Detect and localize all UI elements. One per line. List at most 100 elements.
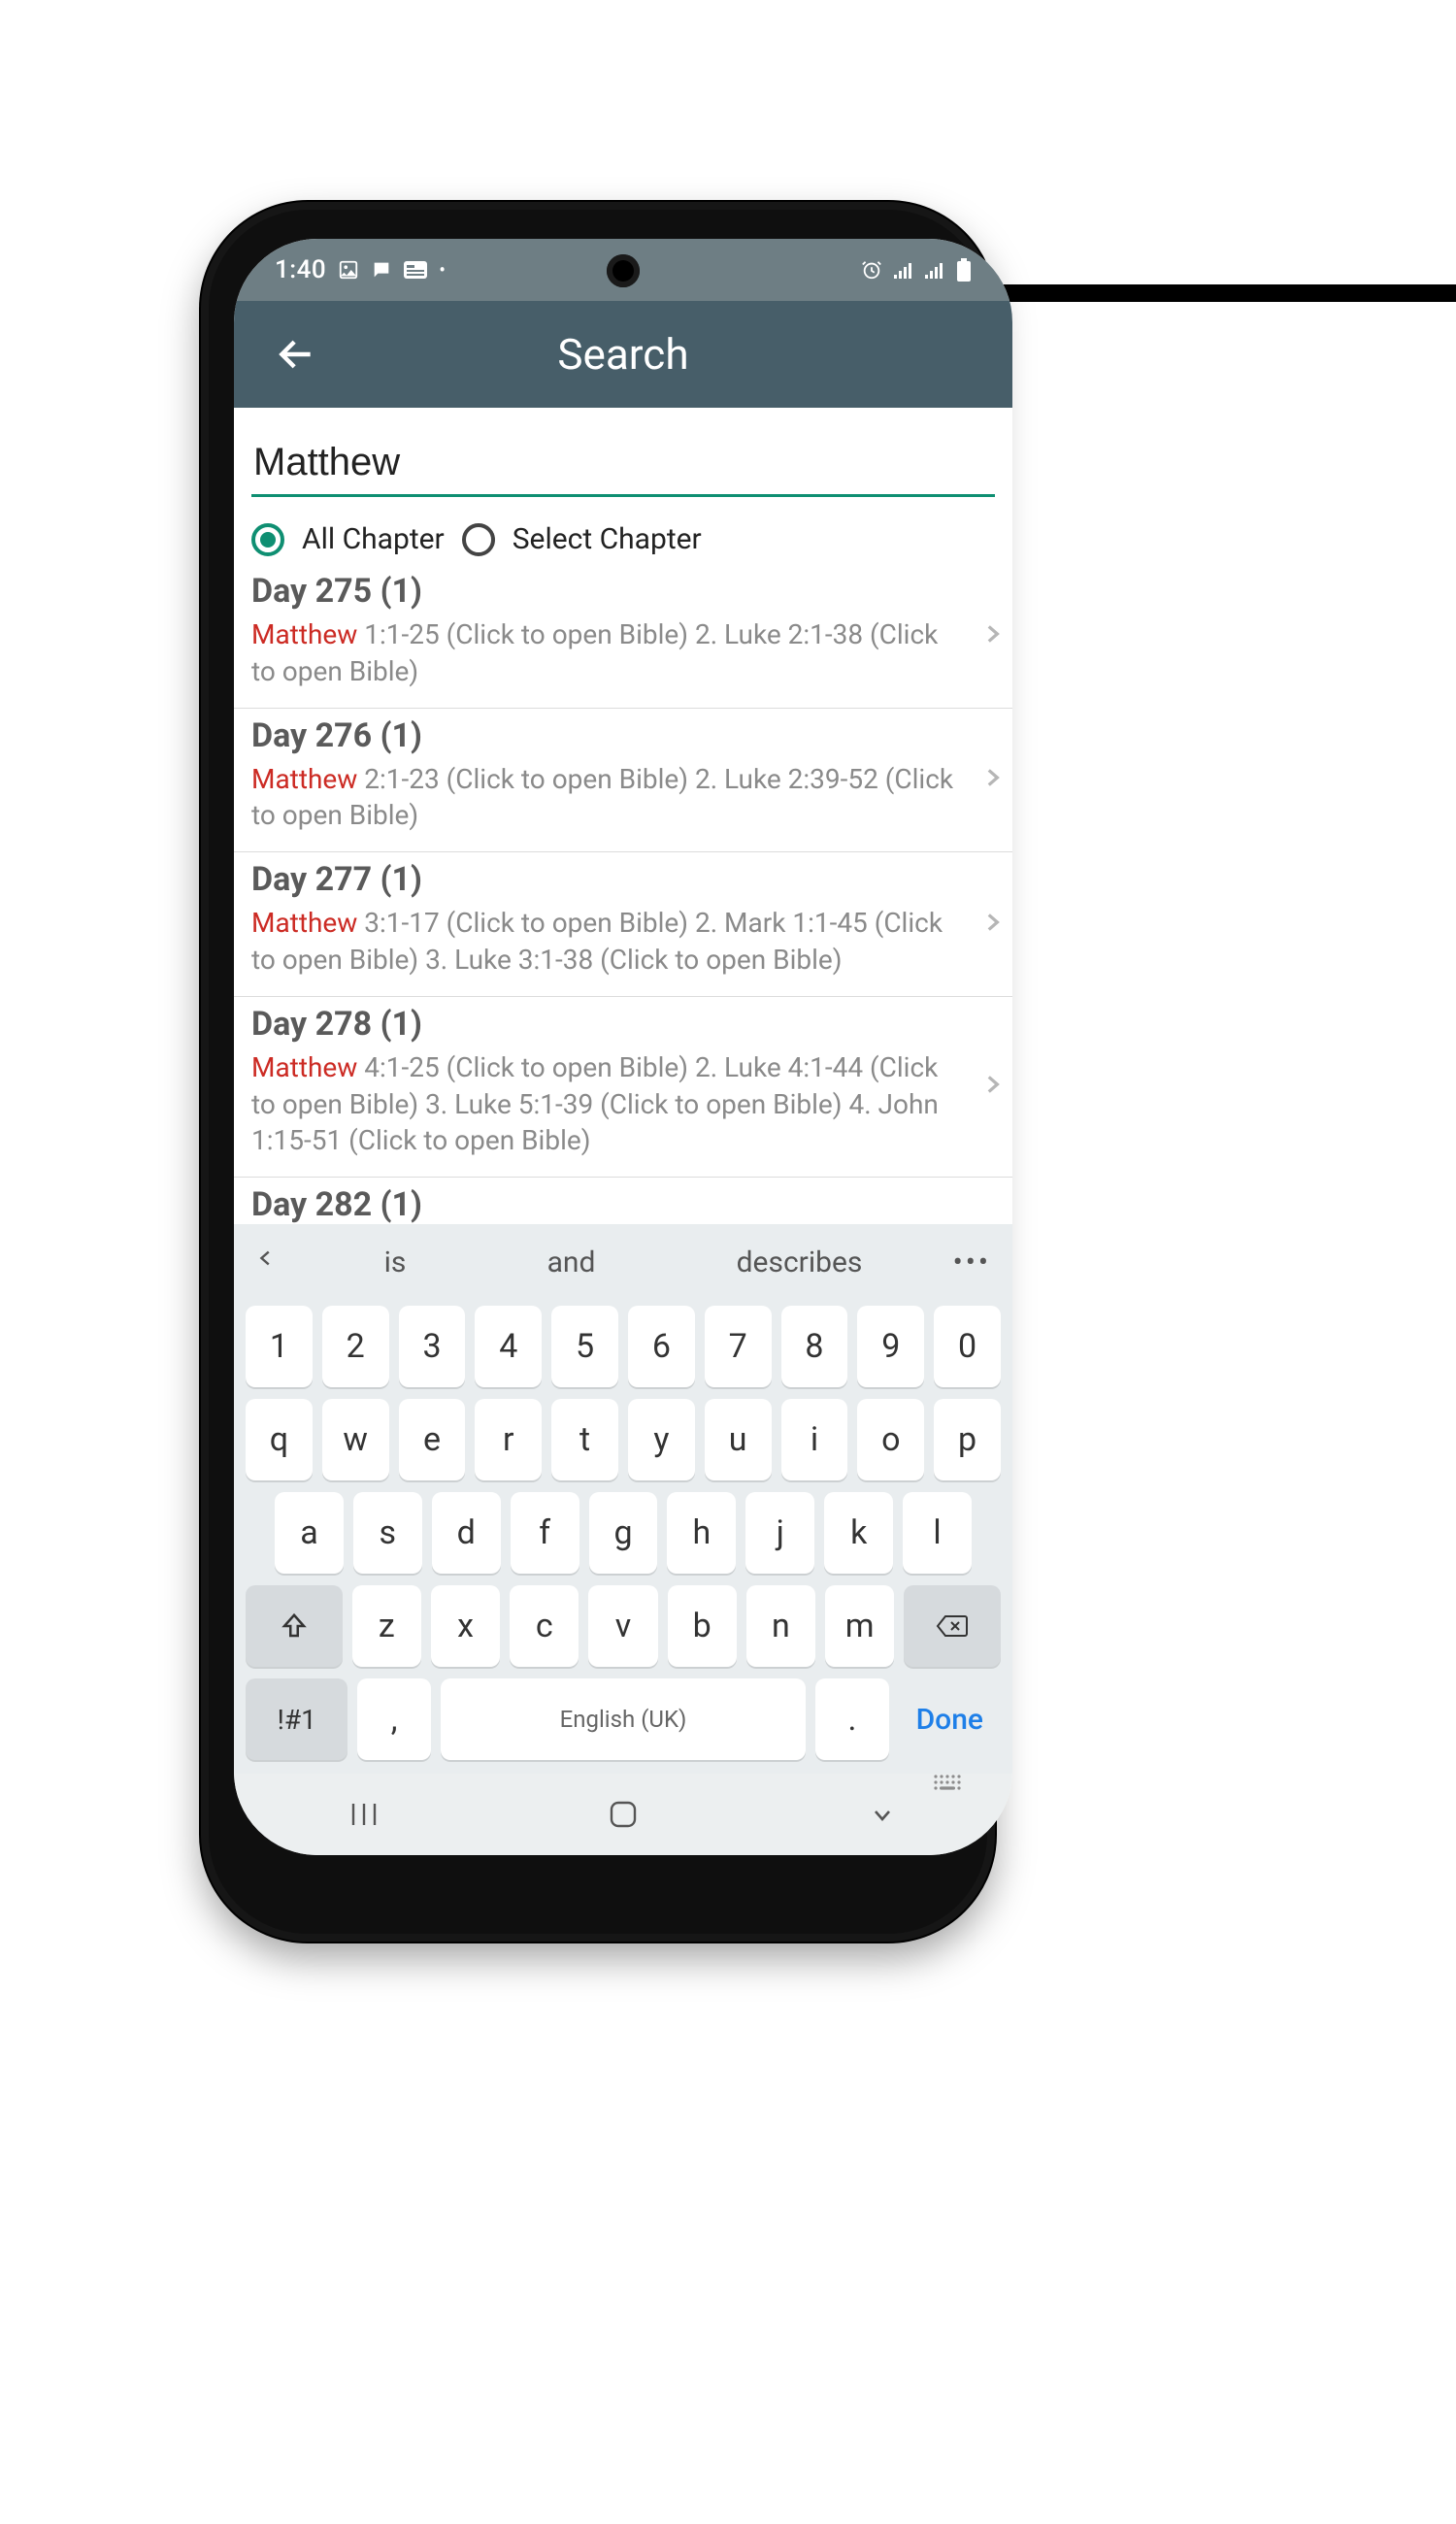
- key-l[interactable]: l: [903, 1492, 972, 1574]
- status-right: [861, 258, 972, 282]
- key-p[interactable]: p: [934, 1399, 1001, 1480]
- key-o[interactable]: o: [857, 1399, 924, 1480]
- list-item[interactable]: Day 275 (1) Matthew 1:1-25 (Click to ope…: [234, 564, 1012, 709]
- key-d[interactable]: d: [432, 1492, 501, 1574]
- nav-recent[interactable]: [306, 1802, 422, 1827]
- keyboard-row-numbers: 1 2 3 4 5 6 7 8 9 0: [234, 1300, 1012, 1393]
- keyboard-toggle-icon[interactable]: [933, 1774, 962, 1799]
- key-6[interactable]: 6: [628, 1306, 695, 1387]
- key-0[interactable]: 0: [934, 1306, 1001, 1387]
- key-f[interactable]: f: [511, 1492, 579, 1574]
- page-title: Search: [557, 329, 688, 380]
- key-m[interactable]: m: [825, 1585, 894, 1667]
- shift-icon: [280, 1611, 309, 1641]
- list-item[interactable]: Day 276 (1) Matthew 2:1-23 (Click to ope…: [234, 709, 1012, 853]
- phone-frame: 1:40 •: [201, 202, 995, 1942]
- chevron-right-icon: [979, 617, 1005, 654]
- search-wrap: [234, 408, 1012, 505]
- done-key[interactable]: Done: [899, 1678, 1001, 1760]
- canvas: 1:40 •: [0, 0, 1456, 2524]
- radio-all-label: All Chapter: [302, 522, 445, 556]
- key-7[interactable]: 7: [705, 1306, 772, 1387]
- suggestion[interactable]: describes: [737, 1245, 863, 1279]
- suggestion[interactable]: and: [547, 1245, 596, 1279]
- result-body: Matthew 3:1-17 (Click to open Bible) 2. …: [251, 905, 995, 979]
- key-8[interactable]: 8: [781, 1306, 848, 1387]
- key-1[interactable]: 1: [246, 1306, 313, 1387]
- more-icon[interactable]: •••: [953, 1245, 991, 1279]
- key-v[interactable]: v: [588, 1585, 657, 1667]
- suggestion[interactable]: is: [384, 1245, 407, 1279]
- key-2[interactable]: 2: [322, 1306, 389, 1387]
- arrow-left-icon: [275, 333, 317, 376]
- system-nav-bar: [234, 1774, 1012, 1855]
- space-key[interactable]: English (UK): [441, 1678, 807, 1760]
- key-q[interactable]: q: [246, 1399, 313, 1480]
- chevron-down-icon: [868, 1803, 897, 1826]
- period-key[interactable]: .: [815, 1678, 888, 1760]
- key-z[interactable]: z: [352, 1585, 421, 1667]
- status-bar: 1:40 •: [234, 239, 1012, 301]
- chevron-right-icon: [979, 761, 1005, 798]
- key-5[interactable]: 5: [551, 1306, 618, 1387]
- result-body: Matthew 2:1-23 (Click to open Bible) 2. …: [251, 761, 995, 835]
- list-item[interactable]: Day 277 (1) Matthew 3:1-17 (Click to ope…: [234, 852, 1012, 997]
- result-title: Day 276 (1): [251, 716, 995, 755]
- key-x[interactable]: x: [431, 1585, 500, 1667]
- key-k[interactable]: k: [824, 1492, 893, 1574]
- list-item[interactable]: Day 282 (1): [234, 1178, 1012, 1224]
- status-time: 1:40: [275, 255, 326, 284]
- shift-key[interactable]: [246, 1585, 343, 1667]
- key-u[interactable]: u: [705, 1399, 772, 1480]
- key-b[interactable]: b: [668, 1585, 737, 1667]
- back-button[interactable]: [257, 301, 335, 408]
- key-t[interactable]: t: [551, 1399, 618, 1480]
- key-9[interactable]: 9: [857, 1306, 924, 1387]
- key-i[interactable]: i: [781, 1399, 848, 1480]
- key-r[interactable]: r: [475, 1399, 542, 1480]
- keyboard: is and describes ••• 1 2 3 4 5: [234, 1224, 1012, 1774]
- key-h[interactable]: h: [667, 1492, 736, 1574]
- highlight: Matthew: [251, 618, 357, 650]
- chevron-right-icon: [979, 1068, 1005, 1105]
- key-n[interactable]: n: [746, 1585, 815, 1667]
- key-a[interactable]: a: [275, 1492, 344, 1574]
- radio-select-label: Select Chapter: [513, 522, 702, 556]
- suggestion-bar: is and describes •••: [234, 1224, 1012, 1300]
- key-y[interactable]: y: [628, 1399, 695, 1480]
- home-icon: [609, 1800, 638, 1829]
- result-title: Day 278 (1): [251, 1005, 995, 1044]
- key-j[interactable]: j: [745, 1492, 814, 1574]
- chevron-left-icon[interactable]: [255, 1245, 277, 1279]
- camera-hole: [607, 254, 640, 287]
- key-g[interactable]: g: [589, 1492, 658, 1574]
- comma-key[interactable]: ,: [357, 1678, 430, 1760]
- key-c[interactable]: c: [510, 1585, 579, 1667]
- nav-back[interactable]: [824, 1803, 941, 1826]
- result-title: Day 275 (1): [251, 572, 995, 611]
- key-4[interactable]: 4: [475, 1306, 542, 1387]
- chapter-filter: All Chapter Select Chapter: [234, 505, 1012, 564]
- app-bar: Search: [234, 301, 1012, 408]
- chevron-right-icon: [979, 906, 1005, 943]
- backspace-icon: [936, 1612, 969, 1640]
- phone-inner: 1:40 •: [209, 210, 987, 1934]
- nav-home[interactable]: [565, 1800, 681, 1829]
- search-input[interactable]: [251, 435, 995, 497]
- keyboard-row-fn: !#1 , English (UK) . Done: [234, 1673, 1012, 1774]
- result-body: Matthew 4:1-25 (Click to open Bible) 2. …: [251, 1049, 995, 1159]
- key-e[interactable]: e: [399, 1399, 466, 1480]
- radio-all-chapter[interactable]: [251, 523, 284, 556]
- list-item[interactable]: Day 278 (1) Matthew 4:1-25 (Click to ope…: [234, 997, 1012, 1178]
- chat-icon: [371, 259, 392, 281]
- image-icon: [338, 259, 359, 281]
- key-w[interactable]: w: [322, 1399, 389, 1480]
- backspace-key[interactable]: [904, 1585, 1001, 1667]
- recent-icon: [347, 1802, 381, 1827]
- results-list[interactable]: Day 275 (1) Matthew 1:1-25 (Click to ope…: [234, 564, 1012, 1224]
- symbols-key[interactable]: !#1: [246, 1678, 347, 1760]
- result-rest: 2:1-23 (Click to open Bible) 2. Luke 2:3…: [251, 763, 953, 832]
- key-3[interactable]: 3: [399, 1306, 466, 1387]
- radio-select-chapter[interactable]: [462, 523, 495, 556]
- key-s[interactable]: s: [353, 1492, 422, 1574]
